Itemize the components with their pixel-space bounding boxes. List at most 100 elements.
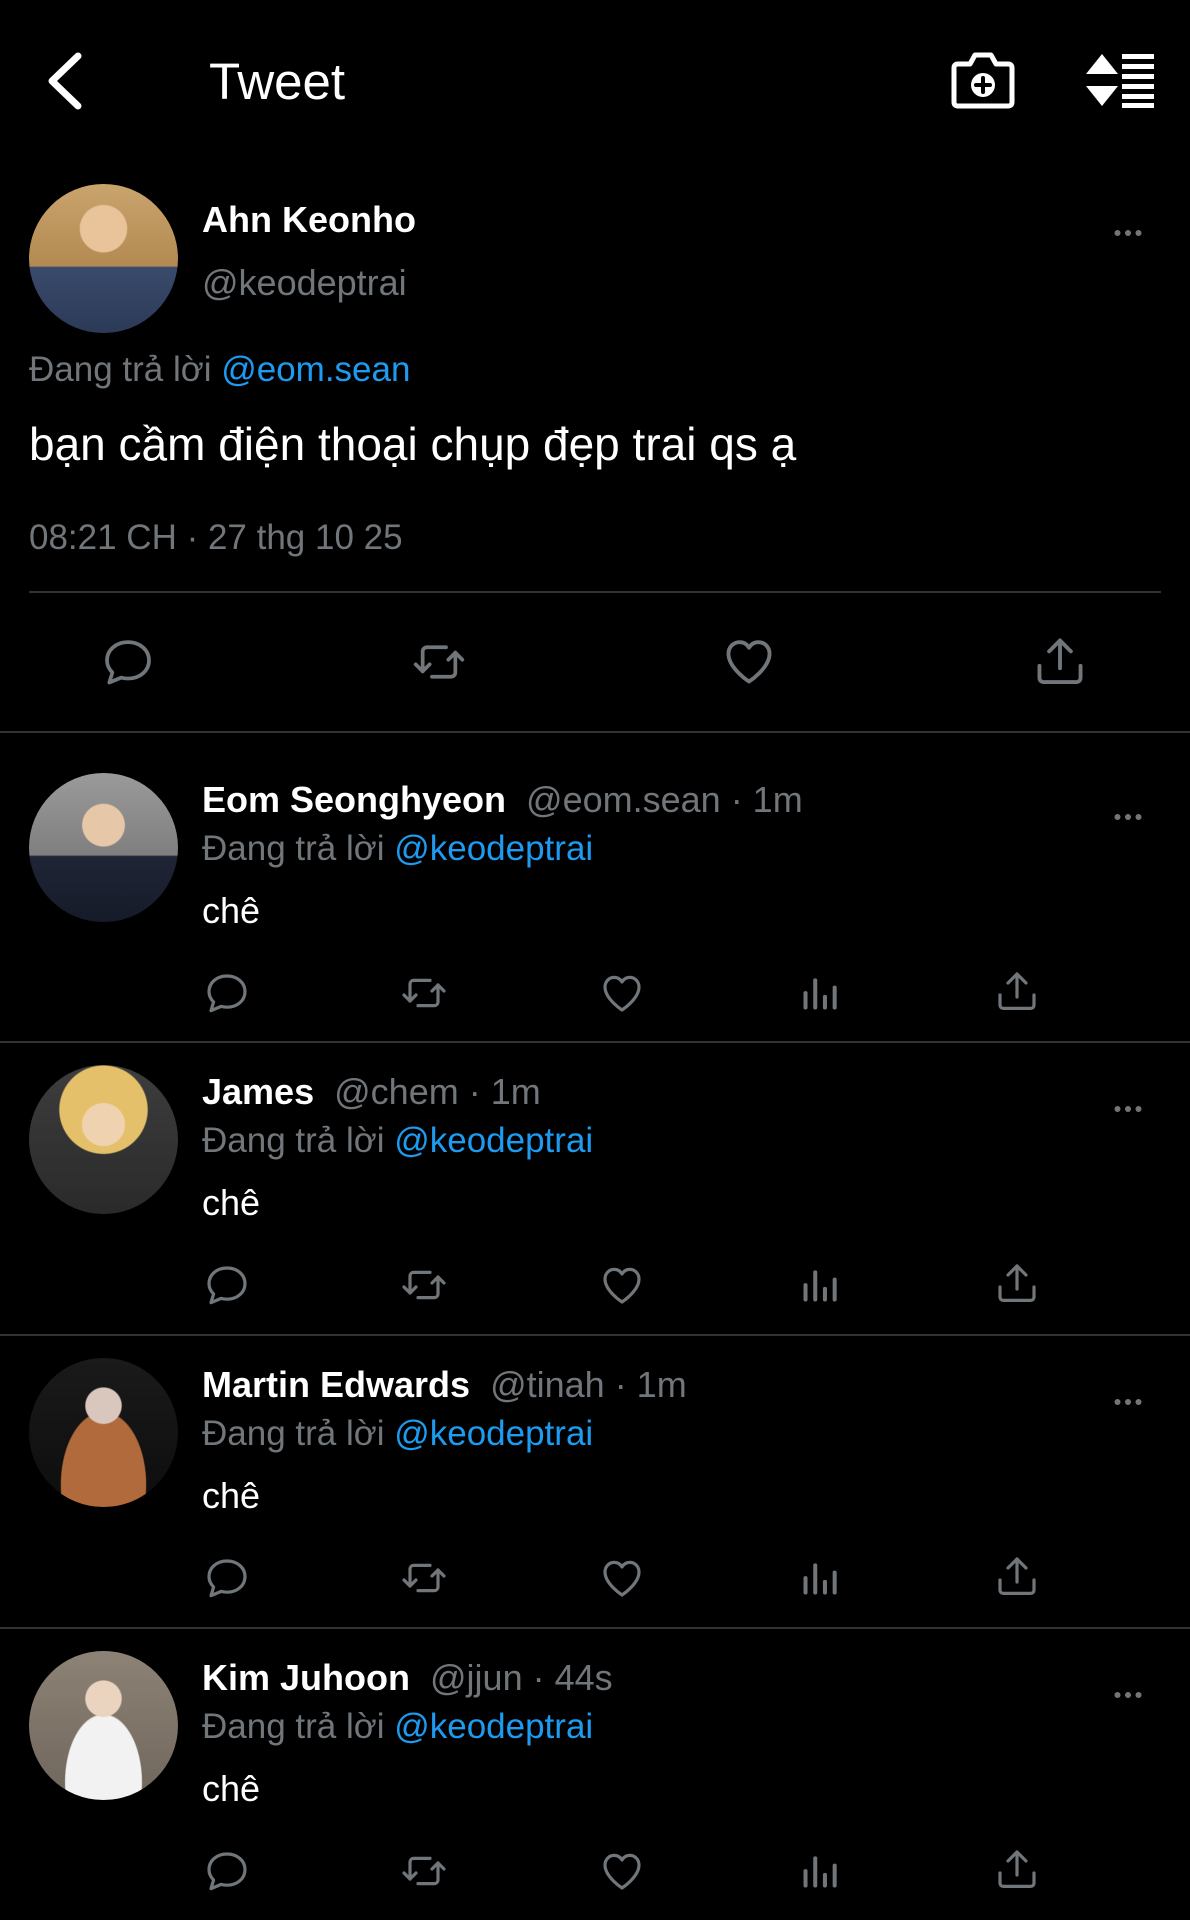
avatar[interactable] [29, 773, 178, 922]
share-upload-icon [993, 1552, 1041, 1600]
views-button[interactable] [798, 1261, 842, 1309]
retweet-button[interactable] [396, 1554, 452, 1602]
retweet-button[interactable] [396, 1847, 452, 1895]
share-button[interactable] [1031, 632, 1089, 690]
divider [29, 591, 1161, 593]
views-button[interactable] [798, 1554, 842, 1602]
replying-to: Đang trả lời @keodeptrai [202, 1707, 593, 1747]
more-dots-icon [1107, 1091, 1149, 1127]
heart-icon [598, 1847, 646, 1895]
bar-chart-icon [798, 1261, 842, 1309]
replying-to-link[interactable]: @keodeptrai [394, 1707, 593, 1746]
tweet-text: bạn cầm điện thoại chụp đẹp trai qs ạ [29, 418, 797, 470]
retweet-icon [396, 1261, 452, 1309]
top-bar: Tweet [0, 0, 1190, 160]
page-title: Tweet [209, 53, 346, 110]
heart-icon [720, 632, 778, 690]
like-button[interactable] [720, 632, 778, 690]
reply-button[interactable] [203, 969, 251, 1017]
chevron-left-icon [48, 52, 82, 110]
retweet-button[interactable] [396, 1261, 452, 1309]
more-button[interactable] [1107, 799, 1149, 835]
camera-button[interactable] [950, 50, 1016, 110]
speech-bubble-icon [100, 634, 156, 690]
sort-replies-button[interactable] [1084, 52, 1156, 108]
like-button[interactable] [598, 969, 646, 1017]
retweet-button[interactable] [405, 634, 473, 690]
sort-list-icon [1086, 54, 1154, 108]
share-upload-icon [993, 1259, 1041, 1307]
reply-header: James @chem · 1m [202, 1071, 541, 1113]
reply-button[interactable] [203, 1847, 251, 1895]
back-button[interactable] [40, 50, 90, 112]
heart-icon [598, 1554, 646, 1602]
heart-icon [598, 1261, 646, 1309]
replying-to: Đang trả lời @keodeptrai [202, 1414, 593, 1454]
heart-icon [598, 969, 646, 1017]
replying-to-link[interactable]: @keodeptrai [394, 1121, 593, 1160]
share-button[interactable] [993, 967, 1041, 1015]
retweet-icon [396, 1847, 452, 1895]
author-meta[interactable]: @jjun · 44s [430, 1657, 613, 1698]
author-name[interactable]: James [202, 1071, 314, 1112]
replying-prefix: Đang trả lời [202, 1414, 385, 1453]
tweet-text: chê [202, 890, 261, 931]
more-button[interactable] [1107, 215, 1149, 251]
author-meta[interactable]: @eom.sean · 1m [526, 779, 803, 820]
author-name[interactable]: Martin Edwards [202, 1364, 470, 1405]
more-button[interactable] [1107, 1677, 1149, 1713]
avatar[interactable] [29, 184, 178, 333]
author-name[interactable]: Eom Seonghyeon [202, 779, 506, 820]
replying-prefix: Đang trả lời [29, 350, 212, 389]
reply-tweet[interactable]: Eom Seonghyeon @eom.sean · 1m Đang trả l… [0, 731, 1190, 1041]
like-button[interactable] [598, 1554, 646, 1602]
tweet-text: chê [202, 1475, 261, 1516]
reply-button[interactable] [203, 1554, 251, 1602]
share-button[interactable] [993, 1259, 1041, 1307]
retweet-button[interactable] [396, 969, 452, 1017]
author-handle[interactable]: @keodeptrai [202, 262, 407, 304]
reply-header: Martin Edwards @tinah · 1m [202, 1364, 687, 1406]
replying-prefix: Đang trả lời [202, 1707, 385, 1746]
author-meta[interactable]: @tinah · 1m [490, 1364, 687, 1405]
replying-to-link[interactable]: @keodeptrai [394, 1414, 593, 1453]
replying-to: Đang trả lời @keodeptrai [202, 1121, 593, 1161]
share-button[interactable] [993, 1845, 1041, 1893]
author-meta[interactable]: @chem · 1m [334, 1071, 541, 1112]
avatar[interactable] [29, 1065, 178, 1214]
author-name[interactable]: Kim Juhoon [202, 1657, 410, 1698]
author-name[interactable]: Ahn Keonho [202, 199, 416, 241]
share-upload-icon [993, 967, 1041, 1015]
more-dots-icon [1107, 215, 1149, 251]
more-button[interactable] [1107, 1384, 1149, 1420]
like-button[interactable] [598, 1847, 646, 1895]
replying-prefix: Đang trả lời [202, 829, 385, 868]
replying-to-link[interactable]: @eom.sean [221, 350, 410, 389]
tweet-timestamp[interactable]: 08:21 CH · 27 thg 10 25 [29, 518, 403, 558]
more-dots-icon [1107, 1677, 1149, 1713]
more-dots-icon [1107, 799, 1149, 835]
avatar[interactable] [29, 1651, 178, 1800]
share-upload-icon [993, 1845, 1041, 1893]
avatar[interactable] [29, 1358, 178, 1507]
views-button[interactable] [798, 1847, 842, 1895]
reply-button[interactable] [203, 1261, 251, 1309]
more-button[interactable] [1107, 1091, 1149, 1127]
reply-tweet[interactable]: James @chem · 1m Đang trả lời @keodeptra… [0, 1041, 1190, 1334]
speech-bubble-icon [203, 1261, 251, 1309]
like-button[interactable] [598, 1261, 646, 1309]
tweet-text: chê [202, 1182, 261, 1223]
tweet-text: chê [202, 1768, 261, 1809]
more-dots-icon [1107, 1384, 1149, 1420]
reply-tweet[interactable]: Kim Juhoon @jjun · 44s Đang trả lời @keo… [0, 1627, 1190, 1920]
camera-plus-icon [951, 52, 1015, 109]
reply-button[interactable] [100, 634, 156, 690]
share-button[interactable] [993, 1552, 1041, 1600]
bar-chart-icon [798, 1847, 842, 1895]
reply-tweet[interactable]: Martin Edwards @tinah · 1m Đang trả lời … [0, 1334, 1190, 1627]
reply-header: Eom Seonghyeon @eom.sean · 1m [202, 779, 803, 821]
replying-to: Đang trả lời @keodeptrai [202, 829, 593, 869]
views-button[interactable] [798, 969, 842, 1017]
replying-to-link[interactable]: @keodeptrai [394, 829, 593, 868]
bar-chart-icon [798, 1554, 842, 1602]
